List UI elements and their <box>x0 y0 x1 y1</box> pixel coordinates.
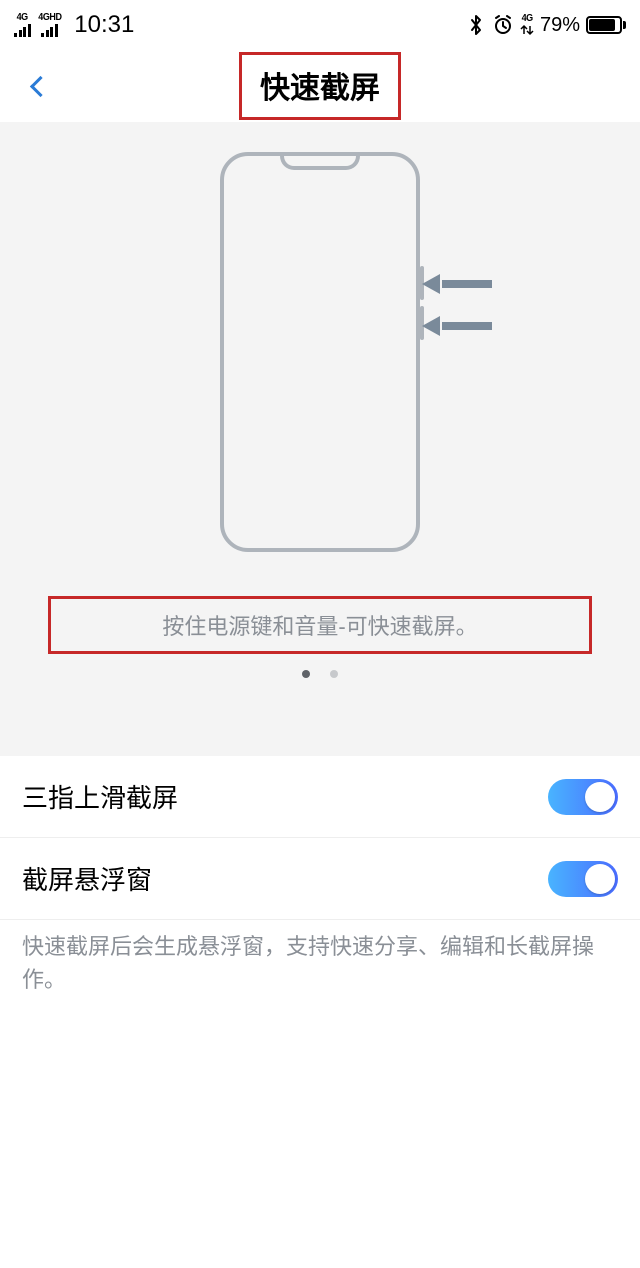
signal-2: 4GHD <box>37 13 63 37</box>
page-dot-0[interactable] <box>302 670 310 678</box>
alarm-icon <box>492 14 514 36</box>
data-label: 4G <box>521 14 532 24</box>
page-dot-1[interactable] <box>330 670 338 678</box>
phone-illustration <box>0 152 640 572</box>
toggle-floating-window[interactable] <box>548 861 618 897</box>
data-indicator: 4G <box>520 14 534 36</box>
signal-bars-icon <box>14 23 31 37</box>
signal-1: 4G <box>14 13 31 37</box>
toggle-knob-icon <box>585 782 615 812</box>
toggle-three-finger[interactable] <box>548 779 618 815</box>
bluetooth-icon <box>466 14 486 36</box>
toggle-knob-icon <box>585 864 615 894</box>
arrow-icon <box>432 274 492 294</box>
battery-percent: 79% <box>540 14 580 37</box>
battery-icon <box>586 16 626 34</box>
signal-1-label: 4G <box>17 13 28 23</box>
status-time: 10:31 <box>74 11 134 39</box>
page-indicator[interactable] <box>0 670 640 678</box>
section-spacer <box>0 696 640 756</box>
hint-highlight-box: 按住电源键和音量-可快速截屏。 <box>48 596 592 654</box>
setting-row-three-finger[interactable]: 三指上滑截屏 <box>0 756 640 838</box>
settings-list: 三指上滑截屏 截屏悬浮窗 快速截屏后会生成悬浮窗，支持快速分享、编辑和长截屏操作… <box>0 756 640 1026</box>
signal-2-label: 4GHD <box>38 13 61 23</box>
status-right: 4G 79% <box>466 14 626 37</box>
setting-label: 三指上滑截屏 <box>22 778 178 815</box>
settings-description: 快速截屏后会生成悬浮窗，支持快速分享、编辑和长截屏操作。 <box>0 920 640 1026</box>
hint-text: 按住电源键和音量-可快速截屏。 <box>162 614 477 639</box>
setting-label: 截屏悬浮窗 <box>22 860 152 897</box>
status-left: 4G 4GHD 10:31 <box>14 11 134 39</box>
setting-row-floating-window[interactable]: 截屏悬浮窗 <box>0 838 640 920</box>
page-header: 快速截屏 <box>0 50 640 122</box>
page-title: 快速截屏 <box>260 72 380 105</box>
title-highlight-box: 快速截屏 <box>239 52 401 120</box>
status-bar: 4G 4GHD 10:31 4G 79% <box>0 0 640 50</box>
chevron-left-icon <box>29 75 50 96</box>
back-button[interactable] <box>20 66 60 106</box>
phone-notch-icon <box>280 156 360 170</box>
arrow-icon <box>432 316 492 336</box>
signal-bars-icon <box>41 23 58 37</box>
illustration-area[interactable]: 按住电源键和音量-可快速截屏。 <box>0 122 640 696</box>
data-arrows-icon <box>520 24 534 36</box>
phone-outline-icon <box>220 152 420 552</box>
